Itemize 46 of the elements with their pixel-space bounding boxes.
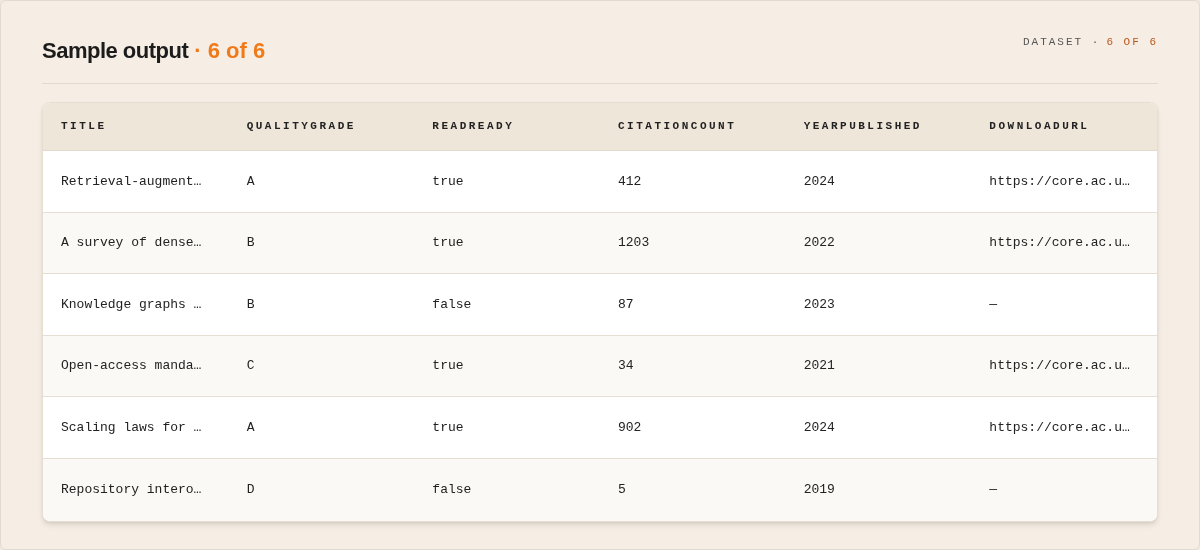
table-cell-text: D bbox=[245, 481, 256, 499]
column-header: QUALITYGRADE bbox=[245, 119, 357, 135]
table-cell-text: 87 bbox=[617, 295, 635, 314]
table-cell-text: A bbox=[245, 172, 256, 191]
table-cell-text: true bbox=[431, 234, 465, 253]
table-cell-text: Knowledge graphs … bbox=[60, 295, 203, 314]
page-title: Sample output bbox=[42, 37, 189, 65]
page-count: · 6 of 6 bbox=[194, 37, 266, 65]
table-cell-text: Open-access manda… bbox=[60, 357, 203, 376]
table-cell-text: true bbox=[431, 357, 465, 376]
table-cell-text: 902 bbox=[617, 418, 643, 437]
table-cell-text: false bbox=[431, 295, 473, 314]
table-cell-text: false bbox=[431, 481, 473, 499]
table-cell-text: Scaling laws for … bbox=[60, 418, 203, 437]
table-cell-text: 2023 bbox=[802, 295, 836, 314]
column-header: YEARPUBLISHED bbox=[802, 119, 923, 135]
table-cell-text: — bbox=[988, 481, 999, 499]
table-cell-text: A survey of dense… bbox=[60, 234, 203, 253]
table-cell-text: 5 bbox=[617, 481, 627, 499]
table-cell-text: https://core.ac.u… bbox=[988, 357, 1131, 376]
table-cell-text: true bbox=[431, 418, 465, 437]
table-cell-text: https://core.ac.u… bbox=[988, 418, 1131, 437]
dataset-count: 6 OF 6 bbox=[1106, 35, 1158, 50]
table-cell-text: 34 bbox=[617, 357, 635, 376]
table-cell-text: A bbox=[245, 418, 256, 437]
column-header: DOWNLOADURL bbox=[988, 119, 1091, 135]
table-cell-text: 1203 bbox=[617, 234, 651, 253]
column-header: READREADY bbox=[431, 119, 516, 135]
table-cell-text: 2024 bbox=[802, 418, 836, 437]
table-cell-text: 2022 bbox=[802, 234, 836, 253]
table-cell-text: 412 bbox=[617, 172, 643, 191]
table-cell-text: https://core.ac.u… bbox=[988, 172, 1131, 191]
table-cell-text: 2024 bbox=[802, 172, 836, 191]
table-cell-text: B bbox=[245, 295, 256, 314]
table-cell-text: C bbox=[245, 357, 256, 376]
column-header: TITLE bbox=[60, 119, 108, 135]
column-header: CITATIONCOUNT bbox=[617, 119, 738, 135]
table-cell-text: 2021 bbox=[802, 357, 836, 376]
table-cell-text: true bbox=[431, 172, 465, 191]
table-cell-text: Repository intero… bbox=[60, 481, 203, 499]
dataset-label: DATASET · bbox=[1022, 35, 1101, 50]
table-cell-text: https://core.ac.u… bbox=[988, 234, 1131, 253]
table-cell-text: B bbox=[245, 234, 256, 253]
table-cell-text: 2019 bbox=[802, 481, 836, 499]
table-cell-text: — bbox=[988, 295, 999, 314]
table-cell-text: Retrieval-augment… bbox=[60, 172, 203, 191]
